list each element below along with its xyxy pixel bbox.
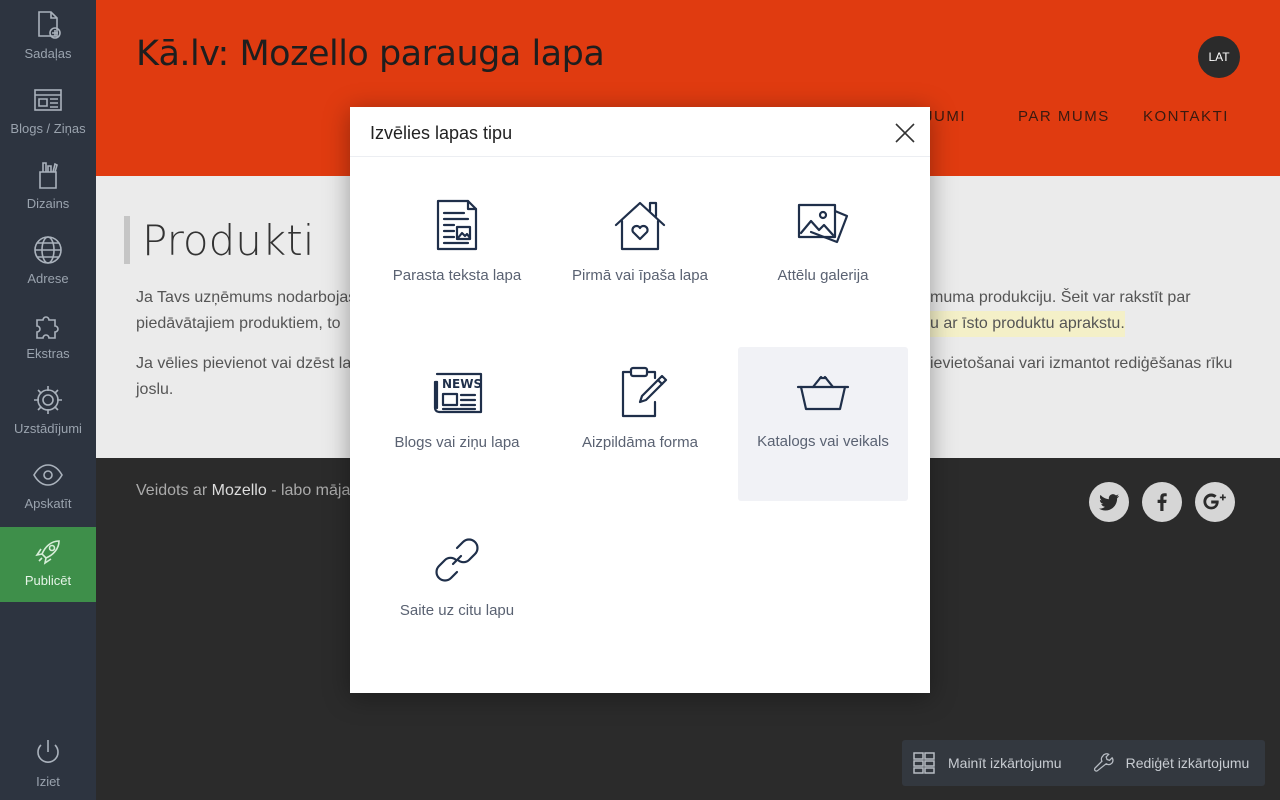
sidebar-item-label: Dizains	[26, 196, 70, 211]
footer-brand-link[interactable]: Mozello	[212, 482, 267, 499]
puzzle-icon	[36, 316, 59, 339]
footer-suffix: - labo māja	[266, 482, 351, 499]
page-type-label: Saite uz citu lapu	[399, 602, 515, 619]
sidebar-item-label: Blogs / Ziņas	[10, 121, 86, 136]
sidebar-item-blog[interactable]: Blogs / Ziņas	[0, 75, 96, 150]
facebook-icon[interactable]	[1142, 482, 1182, 522]
layout-grid-icon	[913, 752, 935, 774]
gallery-icon	[797, 203, 849, 244]
paragraph-text[interactable]: muma produkciju. Šeit var rakstīt par	[930, 285, 1191, 311]
page-type-catalog[interactable]: Katalogs vai veikals	[738, 347, 908, 501]
sidebar-item-extras[interactable]: Ekstras	[0, 300, 96, 375]
edit-layout-label: Rediģēt izkārtojumu	[1125, 755, 1250, 771]
paragraph-text[interactable]: Ja vēlies pievienot vai dzēst lap	[136, 351, 360, 377]
home-heart-icon	[614, 201, 666, 251]
dialog-header: Izvēlies lapas tipu	[350, 107, 930, 157]
page-type-text[interactable]: Parasta teksta lapa	[372, 181, 542, 335]
page-type-home[interactable]: Pirmā vai īpaša lapa	[555, 181, 725, 335]
nav-item-contacts[interactable]: KONTAKTI	[1143, 108, 1229, 125]
add-page-icon	[38, 11, 61, 39]
sidebar-item-label: Iziet	[36, 774, 60, 789]
nav-item-about[interactable]: PAR MUMS	[1018, 108, 1110, 125]
svg-text:NEWS: NEWS	[442, 377, 482, 391]
design-icon	[39, 162, 58, 189]
paragraph-text[interactable]: ievietošanai vari izmantot rediģēšanas r…	[930, 351, 1232, 377]
sidebar: Sadaļas Blogs / Ziņas Dizains Adrese Eks…	[0, 0, 96, 800]
page-type-label: Blogs vai ziņu lapa	[394, 434, 520, 451]
sidebar-item-label: Publicēt	[24, 573, 72, 588]
page-type-link[interactable]: Saite uz citu lapu	[372, 516, 542, 670]
page-type-label: Parasta teksta lapa	[392, 267, 522, 284]
globe-icon	[34, 236, 62, 264]
paragraph-text[interactable]: piedāvātajiem produktiem, to	[136, 311, 341, 337]
sidebar-item-settings[interactable]: Uzstādījumi	[0, 375, 96, 450]
page-type-dialog: Izvēlies lapas tipu Parasta teksta lapa …	[350, 107, 930, 693]
google-plus-icon[interactable]	[1195, 482, 1235, 522]
page-type-label: Attēlu galerija	[777, 267, 869, 284]
change-layout-button[interactable]: Mainīt izkārtojumu	[902, 740, 1072, 786]
blog-icon	[34, 89, 62, 111]
link-icon	[435, 538, 479, 582]
heading-accent	[124, 216, 130, 264]
paragraph-text[interactable]: joslu.	[136, 377, 173, 403]
edit-layout-button[interactable]: Rediģēt izkārtojumu	[1080, 740, 1260, 786]
close-button[interactable]	[886, 117, 924, 149]
site-title[interactable]: Kā.lv: Mozello parauga lapa	[136, 34, 605, 74]
sidebar-item-logout[interactable]: Iziet	[0, 728, 96, 800]
gear-icon	[34, 386, 62, 414]
dialog-title: Izvēlies lapas tipu	[370, 123, 513, 143]
page-type-gallery[interactable]: Attēlu galerija	[738, 181, 908, 335]
nav-item-products[interactable]: JUMI	[925, 108, 966, 125]
twitter-icon[interactable]	[1089, 482, 1129, 522]
rocket-icon	[35, 540, 60, 565]
footer-text: Veidots ar Mozello - labo māja	[136, 482, 350, 500]
sidebar-item-address[interactable]: Adrese	[0, 225, 96, 300]
page-type-label: Aizpildāma forma	[582, 434, 698, 451]
layout-toolbar: Mainīt izkārtojumu Rediģēt izkārtojumu	[902, 740, 1265, 786]
sidebar-item-design[interactable]: Dizains	[0, 150, 96, 225]
close-icon	[895, 123, 915, 143]
news-icon: NEWS	[433, 372, 482, 414]
wrench-icon	[1093, 753, 1114, 772]
language-button[interactable]: LAT	[1198, 36, 1240, 78]
footer-prefix: Veidots ar	[136, 482, 212, 499]
sidebar-item-label: Apskatīt	[24, 496, 72, 511]
sidebar-item-publish[interactable]: Publicēt	[0, 527, 96, 602]
sidebar-item-preview[interactable]: Apskatīt	[0, 450, 96, 525]
paragraph-text[interactable]: Ja Tavs uzņēmums nodarbojas	[136, 285, 356, 311]
page-heading[interactable]: Produkti	[142, 216, 314, 265]
paragraph-highlight[interactable]: u ar īsto produktu aprakstu.	[930, 311, 1125, 337]
page-type-form[interactable]: Aizpildāma forma	[555, 348, 725, 502]
eye-icon	[33, 464, 63, 486]
sidebar-item-label: Uzstādījumi	[14, 421, 82, 436]
change-layout-label: Mainīt izkārtojumu	[948, 755, 1062, 771]
sidebar-item-label: Sadaļas	[24, 46, 72, 61]
basket-icon	[796, 375, 850, 411]
text-page-icon	[436, 199, 478, 251]
page-type-blog[interactable]: NEWS Blogs vai ziņu lapa	[372, 348, 542, 502]
page-type-label: Pirmā vai īpaša lapa	[572, 267, 708, 284]
sidebar-item-label: Ekstras	[26, 346, 70, 361]
sidebar-item-sections[interactable]: Sadaļas	[0, 0, 96, 75]
power-icon	[37, 740, 59, 763]
page-type-label: Katalogs vai veikals	[757, 433, 889, 450]
form-icon	[621, 366, 668, 418]
sidebar-item-label: Adrese	[27, 271, 69, 286]
